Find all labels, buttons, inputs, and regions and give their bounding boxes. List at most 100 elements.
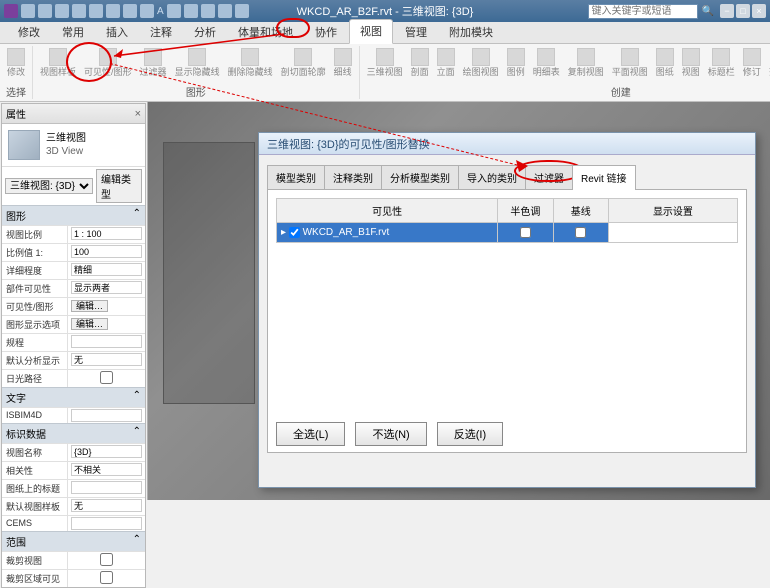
property-section[interactable]: 范围⌃ (2, 531, 145, 551)
ribbon-button[interactable]: 绘图视图 (460, 46, 502, 83)
menu-manage[interactable]: 管理 (395, 21, 437, 44)
ribbon-button[interactable]: 图例 (504, 46, 528, 83)
property-value[interactable] (68, 280, 145, 297)
col-underlay[interactable]: 基线 (553, 199, 608, 223)
menu-massing[interactable]: 体量和场地 (228, 21, 303, 44)
menu-annotate[interactable]: 注释 (140, 21, 182, 44)
qat-icon[interactable] (167, 4, 181, 18)
menu-insert[interactable]: 插入 (96, 21, 138, 44)
property-section[interactable]: 标识数据⌃ (2, 423, 145, 443)
ribbon-button[interactable]: 剖面 (408, 46, 432, 83)
dialog-tab[interactable]: 过滤器 (525, 165, 573, 189)
property-section[interactable]: 文字⌃ (2, 387, 145, 407)
ribbon-button[interactable]: 三维视图 (364, 46, 406, 83)
close-icon[interactable]: × (135, 108, 141, 120)
ribbon-button[interactable]: 视图 (679, 46, 703, 83)
ribbon-button[interactable]: 平面视图 (609, 46, 651, 83)
ribbon-button[interactable]: 修改 (4, 46, 28, 83)
property-value[interactable] (68, 516, 145, 531)
property-value[interactable] (68, 408, 145, 423)
qat-icon[interactable] (123, 4, 137, 18)
qat-icon[interactable] (218, 4, 232, 18)
col-display[interactable]: 显示设置 (608, 199, 737, 223)
dialog-tab[interactable]: 分析模型类别 (381, 165, 459, 189)
redo-icon[interactable] (72, 4, 86, 18)
ribbon-button[interactable]: 显示隐藏线 (172, 46, 223, 83)
select-all-button[interactable]: 全选(L) (276, 422, 345, 446)
ribbon-button[interactable]: 可见性/图形 (81, 46, 135, 83)
menu-collaborate[interactable]: 协作 (305, 21, 347, 44)
property-value[interactable] (68, 226, 145, 243)
qat-icon[interactable] (140, 4, 154, 18)
menu-addins[interactable]: 附加模块 (439, 21, 503, 44)
instance-selector[interactable]: 三维视图: {3D} (5, 178, 93, 194)
open-icon[interactable] (21, 4, 35, 18)
ribbon-button[interactable]: 剖切面轮廓 (278, 46, 329, 83)
menu-analyze[interactable]: 分析 (184, 21, 226, 44)
menu-modify[interactable]: 修改 (8, 21, 50, 44)
ribbon-button[interactable]: 明细表 (530, 46, 563, 83)
edit-type-button[interactable]: 编辑类型 (96, 169, 142, 203)
search-input[interactable] (588, 4, 698, 19)
property-value[interactable] (68, 552, 145, 569)
property-value[interactable] (68, 334, 145, 351)
select-none-button[interactable]: 不选(N) (355, 422, 426, 446)
table-row[interactable]: ▸ WKCD_AR_B1F.rvt 按主体视图 (277, 223, 738, 243)
dialog-tab[interactable]: 模型类别 (267, 165, 325, 189)
ribbon-button[interactable]: 细线 (331, 46, 355, 83)
property-value[interactable] (68, 480, 145, 497)
dialog-tab[interactable]: 注释类别 (324, 165, 382, 189)
tool-icon (334, 48, 352, 66)
property-value[interactable] (68, 244, 145, 261)
visibility-checkbox[interactable] (289, 227, 300, 238)
col-halftone[interactable]: 半色调 (498, 199, 553, 223)
qat-icon[interactable] (106, 4, 120, 18)
halftone-checkbox[interactable] (520, 227, 531, 238)
dialog-tab[interactable]: Revit 链接 (572, 165, 636, 190)
ribbon-button[interactable]: 修订 (740, 46, 764, 83)
qat-icon[interactable] (201, 4, 215, 18)
menu-home[interactable]: 常用 (52, 21, 94, 44)
ribbon-button[interactable]: 立面 (434, 46, 458, 83)
app-icon[interactable] (4, 4, 18, 18)
ribbon-button[interactable]: 过滤器 (137, 46, 170, 83)
qat-icon[interactable] (184, 4, 198, 18)
tool-icon (472, 48, 490, 66)
invert-button[interactable]: 反选(I) (437, 422, 503, 446)
ribbon-button[interactable]: 标题栏 (705, 46, 738, 83)
property-value[interactable] (68, 370, 145, 387)
underlay-checkbox[interactable] (575, 227, 586, 238)
close-icon[interactable]: × (752, 4, 766, 18)
property-key: 可见性/图形 (2, 298, 68, 315)
ribbon-button[interactable]: 复制视图 (565, 46, 607, 83)
search-icon[interactable]: 🔍 (702, 6, 714, 17)
save-icon[interactable] (38, 4, 52, 18)
property-key: 裁剪区域可见 (2, 570, 68, 587)
property-value[interactable]: 编辑… (68, 298, 145, 315)
undo-icon[interactable] (55, 4, 69, 18)
property-value[interactable] (68, 498, 145, 515)
dialog-tab[interactable]: 导入的类别 (458, 165, 526, 189)
print-icon[interactable] (89, 4, 103, 18)
property-value[interactable] (68, 570, 145, 587)
property-key: 规程 (2, 334, 68, 351)
ribbon-label: 视图样板 (40, 67, 76, 77)
property-value[interactable] (68, 352, 145, 369)
ribbon-button[interactable]: 图纸 (653, 46, 677, 83)
property-value[interactable] (68, 462, 145, 479)
property-section[interactable]: 图形⌃ (2, 205, 145, 225)
menu-view[interactable]: 视图 (349, 19, 393, 44)
property-value[interactable]: 编辑… (68, 316, 145, 333)
ribbon-button[interactable]: 视图样板 (37, 46, 79, 83)
maximize-icon[interactable]: □ (736, 4, 750, 18)
display-setting-button[interactable]: 按主体视图 (608, 223, 737, 243)
col-visibility[interactable]: 可见性 (277, 199, 498, 223)
ribbon-button[interactable]: 删除隐藏线 (225, 46, 276, 83)
qat-icon[interactable] (235, 4, 249, 18)
property-row: 详细程度 (2, 261, 145, 279)
minimize-icon[interactable]: − (720, 4, 734, 18)
property-value[interactable] (68, 444, 145, 461)
property-value[interactable] (68, 262, 145, 279)
ribbon-button[interactable]: 范围框 (766, 46, 770, 83)
property-row: 日光路径 (2, 369, 145, 387)
